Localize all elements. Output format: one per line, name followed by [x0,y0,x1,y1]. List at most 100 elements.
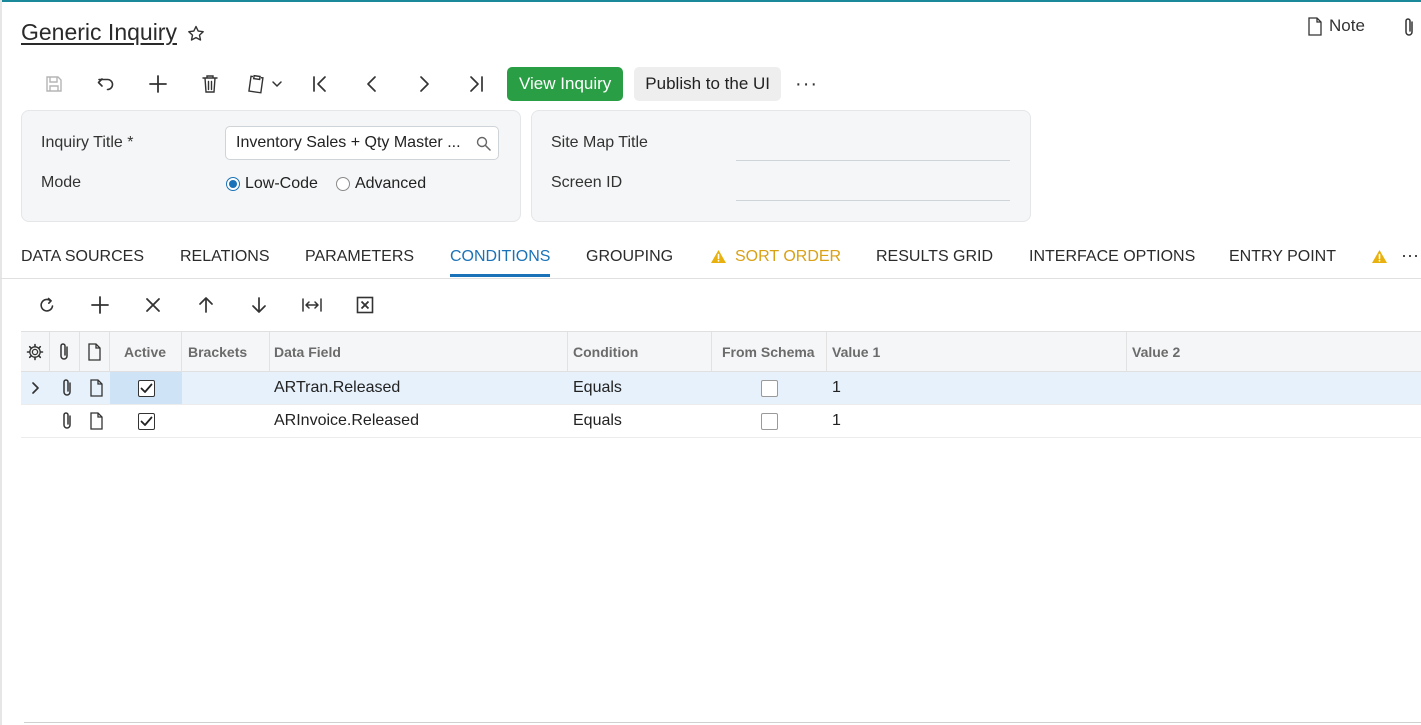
mode-advanced-label[interactable]: Advanced [355,175,426,193]
brackets-cell[interactable] [182,405,270,437]
from-schema-checkbox[interactable] [761,379,778,397]
data-field-cell[interactable]: ARInvoice.Released [270,405,568,437]
files-column-header [50,332,80,371]
tab-conditions[interactable]: CONDITIONS [450,248,551,277]
chevron-down-icon [272,81,282,88]
mode-low-code-label[interactable]: Low-Code [245,175,318,193]
page-title[interactable]: Generic Inquiry [21,19,177,46]
brackets-column-header[interactable]: Brackets [182,332,270,371]
row-note-icon[interactable] [85,372,105,404]
condition-cell[interactable]: Equals [569,405,713,437]
view-inquiry-button[interactable]: View Inquiry [507,67,624,101]
mode-advanced-radio[interactable] [335,177,350,191]
from-schema-cell[interactable] [712,372,827,404]
screen-id-field[interactable] [736,200,1010,201]
active-cell[interactable] [110,405,182,437]
plus-icon [149,75,167,93]
data-field-column-header[interactable]: Data Field [270,332,568,371]
table-row[interactable]: ARInvoice.Released Equals 1 [21,405,1421,438]
condition-cell[interactable]: Equals [569,372,713,404]
value2-cell[interactable] [1128,405,1418,437]
active-checkbox[interactable] [137,412,155,430]
tab-data-sources[interactable]: DATA SOURCES [21,248,144,266]
more-actions-button[interactable]: ··· [795,73,818,96]
delete-button[interactable] [184,67,236,101]
tab-parameters[interactable]: PARAMETERS [305,248,414,266]
clipboard-icon [248,74,264,94]
row-attachment-icon[interactable] [56,372,76,404]
active-column-header[interactable]: Active [110,332,182,371]
mode-radio-group: Low-Code Advanced [226,175,426,193]
table-row[interactable]: ARTran.Released Equals 1 [21,372,1421,405]
active-cell[interactable] [110,372,182,404]
note-button[interactable]: Note [1307,16,1365,36]
expand-row-icon[interactable] [27,372,47,404]
value1-cell[interactable]: 1 [828,372,1128,404]
first-icon [313,76,326,92]
close-icon [145,298,160,312]
inquiry-title-field[interactable]: Inventory Sales + Qty Master ... [225,126,499,160]
from-schema-checkbox[interactable] [761,412,778,430]
fit-columns-button[interactable] [285,288,338,322]
from-schema-cell[interactable] [712,405,827,437]
inquiry-title-value: Inventory Sales + Qty Master ... [236,134,461,151]
save-button[interactable] [28,67,80,101]
left-border [0,0,2,725]
data-field-cell[interactable]: ARTran.Released [270,372,568,404]
brackets-cell[interactable] [182,372,270,404]
favorite-star-icon[interactable] [186,24,206,44]
row-note-icon[interactable] [85,405,105,437]
mode-label: Mode [41,174,82,191]
move-up-button[interactable] [179,288,232,322]
copy-paste-button[interactable] [236,67,294,101]
inquiry-title-label: Inquiry Title * [41,134,134,151]
previous-record-button[interactable] [346,67,398,101]
next-record-button[interactable] [398,67,450,101]
site-map-title-field[interactable] [736,160,1010,161]
value2-cell[interactable] [1128,372,1418,404]
tabs-more-button[interactable]: ··· [1401,245,1419,266]
trash-icon [202,75,218,93]
active-checkbox[interactable] [137,379,155,397]
delete-row-button[interactable] [126,288,179,322]
gear-icon [26,343,44,360]
tab-interface-options[interactable]: INTERFACE OPTIONS [1029,248,1195,266]
tab-relations[interactable]: RELATIONS [180,248,270,266]
move-down-button[interactable] [232,288,285,322]
add-button[interactable] [132,67,184,101]
last-record-button[interactable] [450,67,502,101]
sort-order-warning-icon [710,249,727,264]
paperclip-icon [60,342,68,360]
undo-icon [97,78,114,91]
screen-id-value[interactable] [736,174,1010,194]
column-settings-header[interactable] [21,332,50,371]
value2-column-header[interactable]: Value 2 [1127,332,1421,371]
undo-button[interactable] [80,67,132,101]
row-attachment-icon[interactable] [56,405,76,437]
export-excel-button[interactable] [338,288,391,322]
tab-sort-order[interactable]: SORT ORDER [735,248,841,266]
search-icon[interactable] [468,136,498,151]
tab-grouping[interactable]: GROUPING [586,248,673,266]
tab-bar: DATA SOURCES RELATIONS PARAMETERS CONDIT… [0,237,1421,279]
grid-toolbar [20,288,391,322]
checkmark-icon [140,416,152,426]
top-accent-line [0,0,1421,2]
value1-column-header[interactable]: Value 1 [827,332,1127,371]
from-schema-column-header[interactable]: From Schema [712,332,827,371]
tab-entry-point[interactable]: ENTRY POINT [1229,248,1336,266]
note-icon [1308,16,1322,36]
attachment-icon[interactable] [1402,16,1416,38]
conditions-grid: Active Brackets Data Field Condition Fro… [21,331,1421,438]
site-map-title-value[interactable] [736,134,1010,154]
note-icon [88,342,101,361]
add-row-button[interactable] [73,288,126,322]
chevron-right-icon [420,76,429,92]
tab-results-grid[interactable]: RESULTS GRID [876,248,993,266]
refresh-button[interactable] [20,288,73,322]
value1-cell[interactable]: 1 [828,405,1128,437]
mode-low-code-radio[interactable] [226,177,240,191]
publish-to-ui-button[interactable]: Publish to the UI [634,67,782,101]
first-record-button[interactable] [294,67,346,101]
condition-column-header[interactable]: Condition [568,332,712,371]
